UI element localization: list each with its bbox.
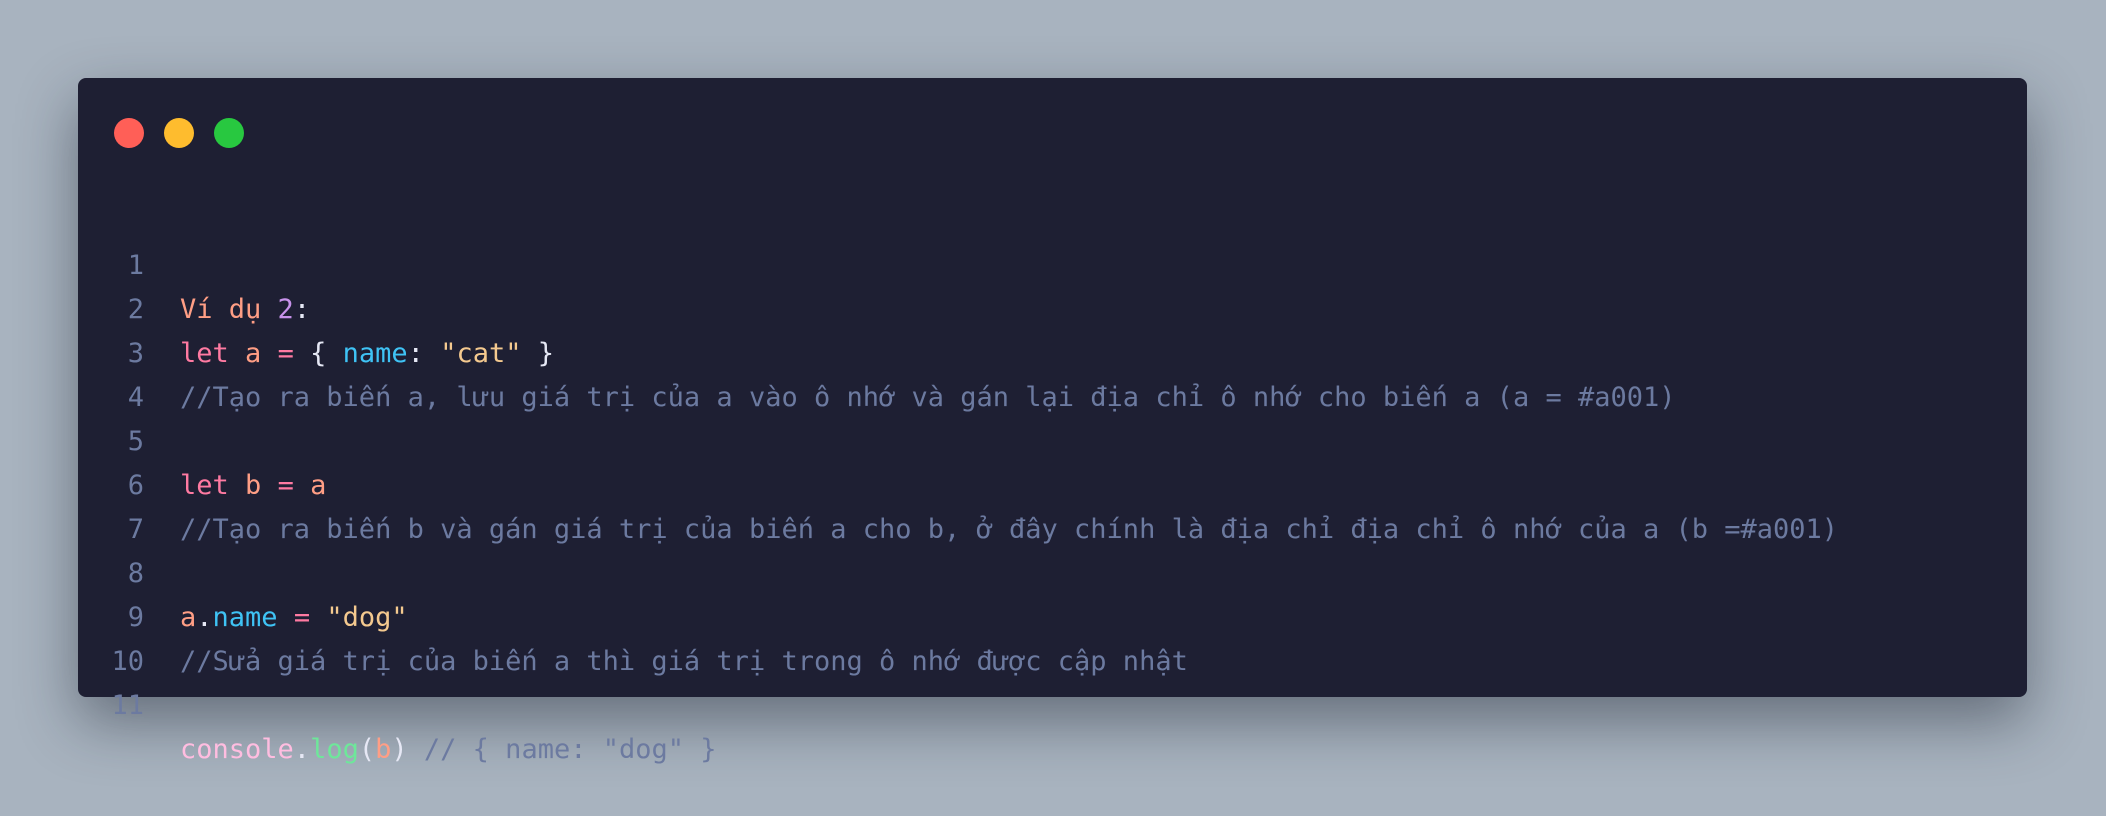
code-line-4: 4 xyxy=(78,332,2027,413)
object-token: console xyxy=(180,734,294,765)
code-line-11: 11 console.log(b) // { name: "dog" } xyxy=(78,640,2027,765)
code-line-9: 9 //Sửa giá trị của biến a thì giá trị t… xyxy=(78,552,2027,677)
close-button[interactable] xyxy=(114,118,144,148)
code-line-10: 10 xyxy=(78,596,2027,677)
identifier-token: b xyxy=(375,734,392,765)
code-line-5: 5 let b = a xyxy=(78,376,2027,501)
code-line-3: 3 //Tạo ra biến a, lưu giá trị của a vào… xyxy=(78,288,2027,413)
line-number: 11 xyxy=(111,690,144,721)
maximize-button[interactable] xyxy=(214,118,244,148)
code-line-6: 6 //Tạo ra biến b và gán giá trị của biế… xyxy=(78,420,2027,545)
comment-token: // { name: "dog" } xyxy=(423,734,717,765)
minimize-button[interactable] xyxy=(164,118,194,148)
line-content: console.log(b) // { name: "dog" } xyxy=(180,728,717,772)
code-line-7: 7 xyxy=(78,464,2027,545)
code-block: 1 Ví dụ 2: 2 let a = { name: "cat" } 3 /… xyxy=(78,200,2027,765)
paren-token: ( xyxy=(358,734,376,765)
paren-token: ) xyxy=(391,734,408,765)
code-line-1: 1 Ví dụ 2: xyxy=(78,200,2027,325)
code-window: 1 Ví dụ 2: 2 let a = { name: "cat" } 3 /… xyxy=(78,78,2027,765)
code-line-8: 8 a.name = "dog" xyxy=(78,508,2027,633)
dot-token: . xyxy=(293,734,311,765)
code-line-2: 2 let a = { name: "cat" } xyxy=(78,244,2027,369)
function-token: log xyxy=(310,734,359,765)
